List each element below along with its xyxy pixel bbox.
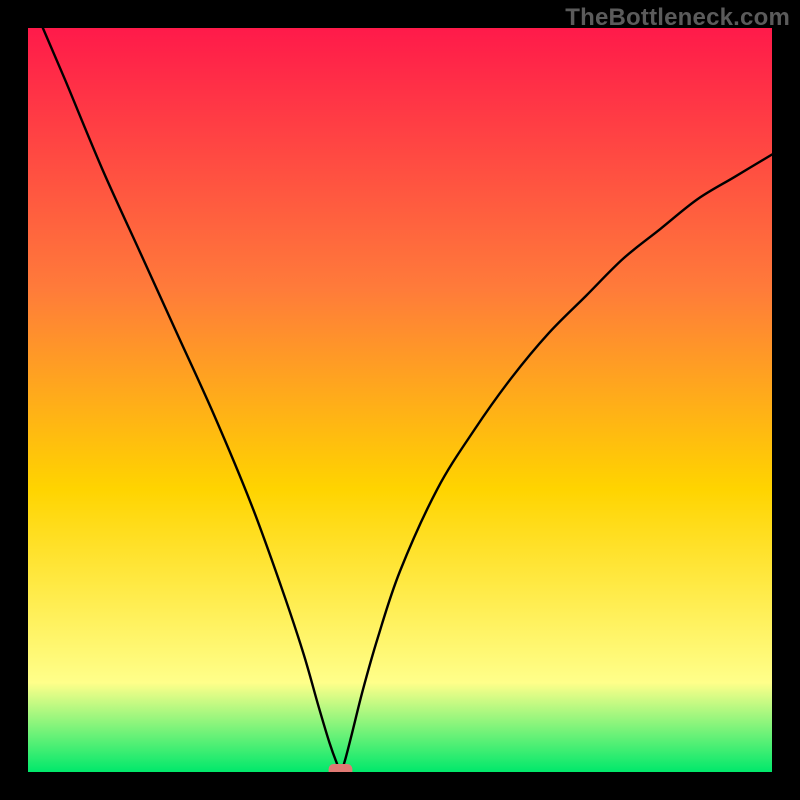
chart-svg xyxy=(28,28,772,772)
optimal-marker xyxy=(329,764,353,772)
plot-area xyxy=(28,28,772,772)
gradient-background xyxy=(28,28,772,772)
watermark-text: TheBottleneck.com xyxy=(565,4,790,32)
chart-frame: TheBottleneck.com xyxy=(0,0,800,800)
